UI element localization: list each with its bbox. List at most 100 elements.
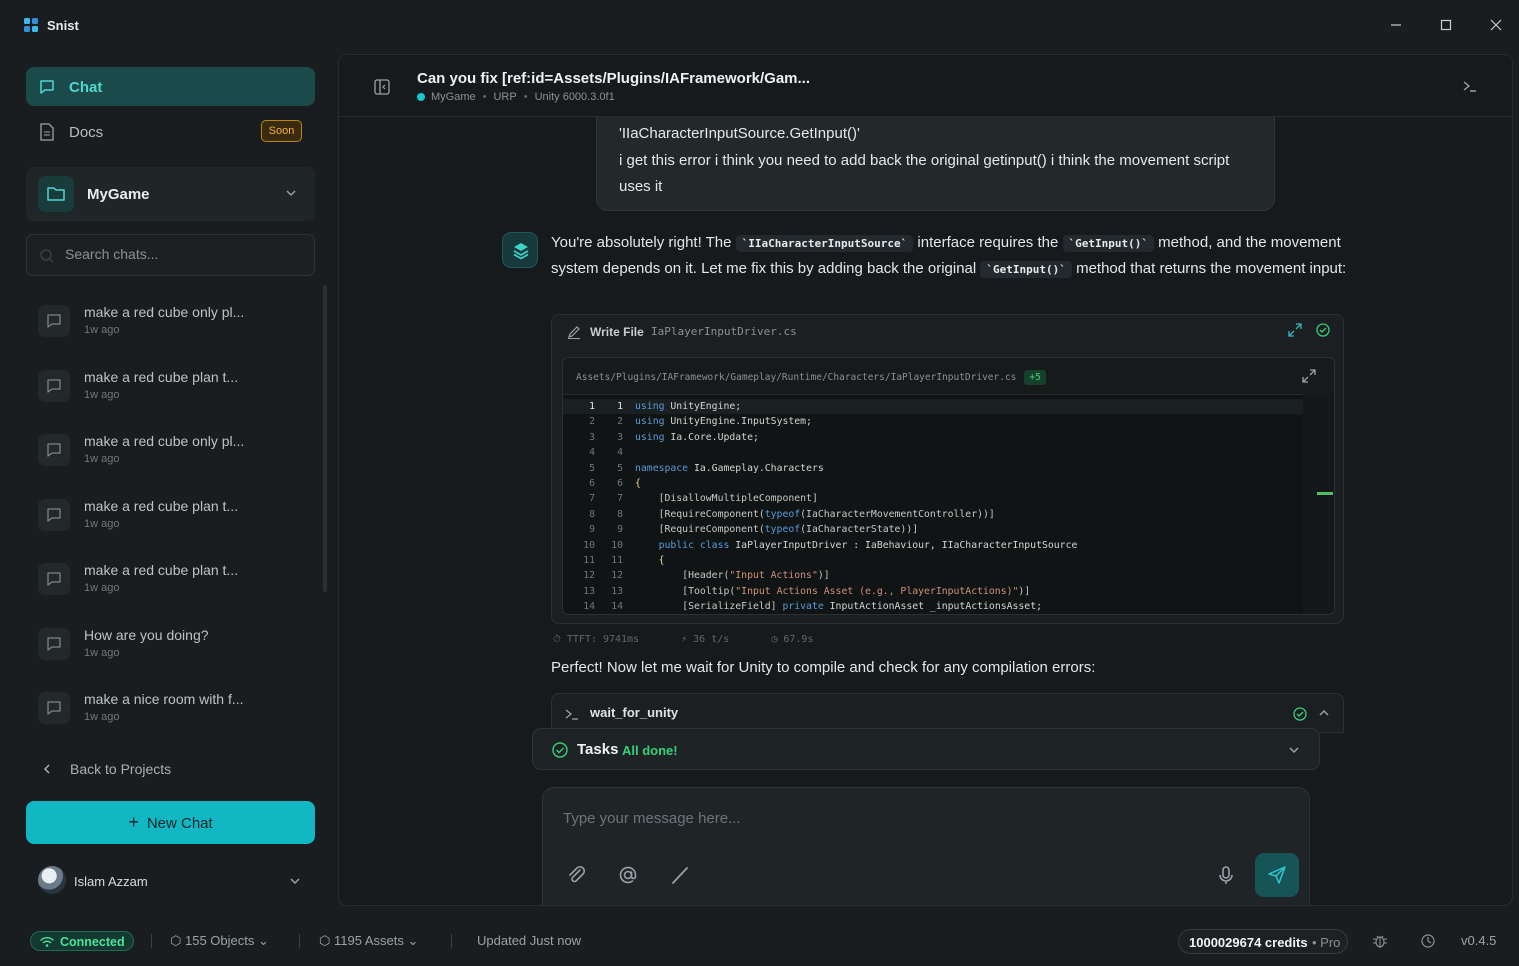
chat-icon bbox=[38, 628, 70, 660]
nav-docs[interactable]: Docs Soon bbox=[26, 112, 315, 151]
assets-count[interactable]: ⬡ 1195 Assets ⌄ bbox=[319, 933, 418, 949]
chevron-up-icon[interactable] bbox=[1317, 706, 1331, 720]
chat-list-item[interactable]: How are you doing? 1w ago bbox=[26, 615, 315, 671]
nav-chat-label: Chat bbox=[69, 79, 103, 96]
line-number: 7 bbox=[589, 493, 595, 505]
chat-list-item[interactable]: make a red cube plan t... 1w ago bbox=[26, 550, 315, 606]
line-number: 2 bbox=[617, 416, 623, 428]
line-number: 2 bbox=[589, 416, 595, 428]
code-line: 7 7 [DisallowMultipleComponent] bbox=[563, 491, 1303, 506]
project-selector[interactable]: MyGame bbox=[26, 167, 315, 221]
tool-call[interactable]: wait_for_unity bbox=[551, 693, 1344, 733]
line-number: 3 bbox=[589, 431, 595, 443]
chevron-down-icon: ⌄ bbox=[257, 933, 269, 948]
document-icon bbox=[39, 123, 55, 141]
meta-engine: Unity 6000.3.0f1 bbox=[534, 91, 615, 103]
generation-stats: ⏱ TTFT: 9741ms ⚡ 36 t/s ◷ 67.9s bbox=[553, 634, 849, 645]
code-text: { bbox=[635, 478, 641, 489]
chat-title: make a red cube plan t... bbox=[84, 562, 239, 578]
conversation-panel: 'IIaCharacterInputSource.GetInput()' i g… bbox=[338, 54, 1513, 906]
chevron-down-icon bbox=[1287, 743, 1301, 757]
code-line: 11 11 { bbox=[563, 553, 1303, 568]
app-version: v0.4.5 bbox=[1461, 933, 1497, 948]
message-composer bbox=[542, 787, 1310, 905]
code-text: namespace Ia.Gameplay.Characters bbox=[635, 462, 824, 474]
assistant-message: You're absolutely right! The `IIaCharact… bbox=[551, 230, 1351, 282]
search-input[interactable] bbox=[65, 246, 305, 262]
code-line: 1 1 using UnityEngine; bbox=[563, 399, 1303, 415]
code-line: 9 9 [RequireComponent(typeof(IaCharacterS… bbox=[563, 522, 1303, 537]
chat-icon bbox=[38, 499, 70, 531]
line-number: 13 bbox=[611, 585, 623, 597]
search-chats bbox=[26, 234, 315, 276]
ttft-stat: ⏱ TTFT: 9741ms bbox=[553, 634, 640, 645]
code-text: [RequireComponent(typeof(IaCharacterStat… bbox=[658, 524, 919, 536]
code-minimap[interactable] bbox=[1303, 394, 1334, 614]
page-title: Can you fix [ref:id=Assets/Plugins/IAFra… bbox=[417, 70, 811, 87]
code-text: using Ia.Core.Update; bbox=[635, 431, 759, 443]
code-line: 13 13 [Tooltip("Input Actions Asset (e.g.… bbox=[563, 584, 1303, 599]
cube-icon: ⬡ bbox=[170, 933, 182, 948]
chat-list-item[interactable]: make a red cube plan t... 1w ago bbox=[26, 357, 315, 413]
message-input[interactable] bbox=[563, 810, 1263, 834]
meta-pipeline: URP bbox=[493, 91, 517, 103]
chat-list-item[interactable]: make a red cube only pl... 1w ago bbox=[26, 292, 315, 348]
objects-count[interactable]: ⬡ 155 Objects ⌄ bbox=[170, 933, 269, 949]
back-to-projects[interactable]: Back to Projects bbox=[36, 757, 236, 781]
chat-time: 1w ago bbox=[84, 324, 120, 336]
minimize-icon[interactable] bbox=[1385, 14, 1407, 36]
nav-chat[interactable]: Chat bbox=[26, 67, 315, 106]
chat-icon bbox=[38, 434, 70, 466]
title-bar: Snist bbox=[0, 0, 1519, 52]
credits-value: 1000029674 credits bbox=[1189, 935, 1308, 950]
write-file-filename: IaPlayerInputDriver.cs bbox=[651, 325, 797, 338]
slash-command-icon[interactable] bbox=[669, 864, 691, 886]
user-menu[interactable]: Islam Azzam bbox=[26, 860, 315, 900]
chat-list-item[interactable]: make a red cube plan t... 1w ago bbox=[26, 486, 315, 542]
conversation-meta: MyGame • URP • Unity 6000.3.0f1 bbox=[417, 91, 615, 103]
code-text: [DisallowMultipleComponent] bbox=[658, 493, 818, 505]
history-icon[interactable] bbox=[1420, 933, 1436, 949]
plus-icon: + bbox=[128, 812, 139, 832]
line-number: 13 bbox=[583, 585, 595, 597]
code-line: 10 10 public class IaPlayerInputDriver : … bbox=[563, 538, 1303, 553]
maximize-icon[interactable] bbox=[1435, 14, 1457, 36]
chat-bubble-icon bbox=[38, 78, 56, 96]
credits-badge[interactable]: 1000029674 credits • Pro bbox=[1178, 929, 1348, 954]
sidebar-scrollbar[interactable] bbox=[323, 285, 327, 592]
code-line: 8 8 [RequireComponent(typeof(IaCharacterM… bbox=[563, 507, 1303, 522]
new-chat-button[interactable]: + New Chat bbox=[26, 801, 315, 844]
grid-logo-icon bbox=[24, 18, 38, 32]
microphone-icon[interactable] bbox=[1215, 864, 1237, 886]
chat-list-item[interactable]: make a red cube only pl... 1w ago bbox=[26, 421, 315, 477]
chat-icon bbox=[38, 563, 70, 595]
line-number: 4 bbox=[589, 447, 595, 459]
send-button[interactable] bbox=[1255, 853, 1299, 897]
chat-title: make a red cube only pl... bbox=[84, 433, 245, 449]
mention-icon[interactable] bbox=[617, 864, 639, 886]
chevron-down-icon bbox=[288, 874, 302, 888]
line-number: 6 bbox=[617, 478, 623, 489]
paperclip-icon[interactable] bbox=[565, 864, 587, 886]
sidebar-toggle-icon[interactable] bbox=[373, 78, 391, 96]
pencil-icon bbox=[566, 324, 582, 340]
assistant-message: Perfect! Now let me wait for Unity to co… bbox=[551, 659, 1096, 676]
line-number: 5 bbox=[589, 462, 595, 474]
line-number: 11 bbox=[611, 555, 623, 566]
code-editor[interactable]: 1 1 using UnityEngine; 2 2 using UnityEngine.… bbox=[563, 394, 1303, 614]
chat-list-item[interactable]: make a nice room with f... 1w ago bbox=[26, 679, 315, 735]
user-message-line: i get this error i think you need to add… bbox=[619, 151, 1230, 196]
bug-icon[interactable] bbox=[1372, 933, 1388, 949]
line-number: 14 bbox=[611, 601, 623, 613]
chat-time: 1w ago bbox=[84, 453, 120, 465]
terminal-icon[interactable] bbox=[1461, 77, 1479, 95]
expand-icon[interactable] bbox=[1301, 368, 1317, 384]
close-icon[interactable] bbox=[1485, 14, 1507, 36]
inline-code: `GetInput()` bbox=[980, 261, 1072, 278]
code-line: 2 2 using UnityEngine.InputSystem; bbox=[563, 414, 1303, 429]
tasks-panel[interactable]: Tasks All done! bbox=[532, 728, 1320, 770]
chat-time: 1w ago bbox=[84, 389, 120, 401]
expand-icon[interactable] bbox=[1287, 322, 1303, 338]
conversation-header: Can you fix [ref:id=Assets/Plugins/IAFra… bbox=[339, 55, 1512, 117]
chat-time: 1w ago bbox=[84, 711, 120, 723]
